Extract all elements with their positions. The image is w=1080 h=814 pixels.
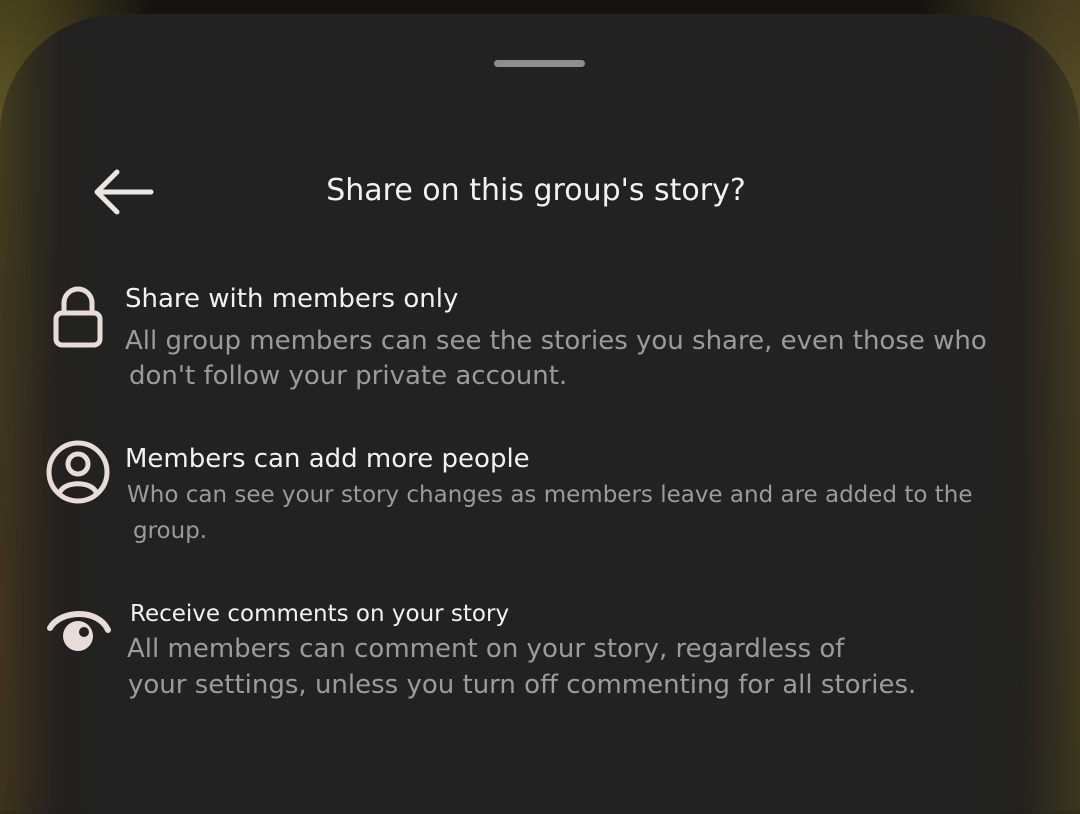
sheet-title: Share on this group's story? bbox=[326, 173, 746, 208]
item-description-add-people: Who can see your story changes as member… bbox=[127, 482, 973, 508]
drag-handle[interactable] bbox=[494, 60, 585, 67]
item-title-members-only: Share with members only bbox=[125, 284, 459, 314]
item-description-members-only: All group members can see the stories yo… bbox=[125, 326, 987, 356]
back-button[interactable] bbox=[82, 162, 162, 222]
arrow-left-icon bbox=[94, 169, 154, 215]
item-title-add-people: Members can add more people bbox=[125, 444, 530, 474]
item-description-members-only-line2: don't follow your private account. bbox=[129, 361, 568, 391]
person-circle-icon bbox=[44, 438, 112, 506]
item-title-comments: Receive comments on your story bbox=[130, 601, 510, 627]
bottom-sheet: Share on this group's story? Share with … bbox=[0, 14, 1080, 814]
comment-bubble-icon bbox=[44, 602, 114, 662]
item-description-comments: All members can comment on your story, r… bbox=[127, 634, 845, 664]
item-description-add-people-line2: group. bbox=[133, 518, 208, 544]
lock-icon bbox=[50, 284, 106, 350]
item-description-comments-line2: your settings, unless you turn off comme… bbox=[128, 670, 917, 700]
